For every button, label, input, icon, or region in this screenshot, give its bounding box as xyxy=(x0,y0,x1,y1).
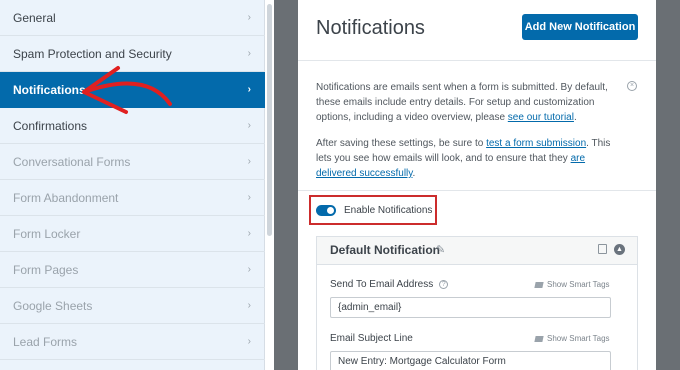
intro-text: Notifications are emails sent when a for… xyxy=(316,80,616,125)
sidebar-item-google-sheets[interactable]: Google Sheets › xyxy=(0,288,265,324)
chevron-right-icon: › xyxy=(247,192,251,203)
test-submission-text: After saving these settings, be sure to … xyxy=(316,136,616,181)
smart-tags-label: Show Smart Tags xyxy=(547,280,610,289)
sidebar-item-label: General xyxy=(13,10,56,25)
test-form-submission-link[interactable]: test a form submission xyxy=(486,138,586,149)
text-segment: After saving these settings, be sure to xyxy=(316,138,487,149)
chevron-right-icon: › xyxy=(247,48,251,59)
chevron-up-icon[interactable]: ▲ xyxy=(614,244,625,255)
notifications-panel: Notifications Add New Notification × Not… xyxy=(298,0,656,370)
sidebar-item-label: Google Sheets xyxy=(13,298,93,313)
subject-label: Email Subject Line xyxy=(330,333,413,344)
sidebar-item-label: Form Pages xyxy=(13,262,79,277)
show-smart-tags-link[interactable]: Show Smart Tags xyxy=(534,280,610,289)
tag-icon xyxy=(534,335,544,342)
annotation-arrow-icon xyxy=(82,66,172,114)
sidebar-item-label: Spam Protection and Security xyxy=(13,46,172,61)
chevron-right-icon: › xyxy=(247,12,251,23)
chevron-right-icon: › xyxy=(247,264,251,275)
text-segment: . xyxy=(412,168,416,179)
email-subject-input[interactable]: New Entry: Mortgage Calculator Form xyxy=(330,351,611,370)
smart-tags-label: Show Smart Tags xyxy=(547,334,610,343)
enable-notifications-label: Enable Notifications xyxy=(344,204,433,216)
page-title: Notifications xyxy=(316,17,425,39)
default-notification-header[interactable]: Default Notification ✎ ▲ xyxy=(317,237,637,265)
tag-icon xyxy=(534,281,544,288)
add-new-notification-button[interactable]: Add New Notification xyxy=(522,14,638,40)
divider xyxy=(298,60,656,61)
chevron-right-icon: › xyxy=(247,228,251,239)
help-icon[interactable]: ? xyxy=(439,279,449,289)
field-label-text: Send To Email Address xyxy=(330,279,434,290)
default-notification-title: Default Notification xyxy=(330,243,440,257)
sidebar-scrollbar[interactable] xyxy=(266,0,274,370)
divider xyxy=(298,190,656,191)
sidebar-item-lead-forms[interactable]: Lead Forms › xyxy=(0,324,265,360)
page-gutter-left xyxy=(274,0,298,370)
sidebar-item-label: Lead Forms xyxy=(13,334,78,349)
chevron-right-icon: › xyxy=(247,84,251,95)
intro-text-end: . xyxy=(573,112,577,123)
chevron-right-icon: › xyxy=(247,156,251,167)
default-notification-box: Default Notification ✎ ▲ Send To Email A… xyxy=(316,236,638,370)
page-gutter-right xyxy=(656,0,680,370)
chevron-right-icon: › xyxy=(247,336,251,347)
field-label-text: Email Subject Line xyxy=(330,333,413,344)
sidebar-item-form-locker[interactable]: Form Locker › xyxy=(0,216,265,252)
dismiss-icon[interactable]: × xyxy=(627,81,637,91)
clone-icon[interactable] xyxy=(598,244,607,254)
send-to-email-input[interactable]: {admin_email} xyxy=(330,297,611,318)
toggle-knob xyxy=(327,206,334,214)
scrollbar-thumb[interactable] xyxy=(267,4,272,236)
sidebar-item-form-pages[interactable]: Form Pages › xyxy=(0,252,265,288)
sidebar-item-form-abandonment[interactable]: Form Abandonment › xyxy=(0,180,265,216)
show-smart-tags-link[interactable]: Show Smart Tags xyxy=(534,334,610,343)
send-to-label: Send To Email Address? xyxy=(330,279,449,290)
chevron-right-icon: › xyxy=(247,300,251,311)
sidebar-item-conversational-forms[interactable]: Conversational Forms › xyxy=(0,144,265,180)
sidebar-item-general[interactable]: General › xyxy=(0,0,265,36)
sidebar-item-label: Conversational Forms xyxy=(13,154,131,169)
enable-notifications-highlight: Enable Notifications xyxy=(309,195,437,225)
sidebar-item-label: Form Abandonment xyxy=(13,190,119,205)
sidebar-item-label: Form Locker xyxy=(13,226,81,241)
pencil-icon[interactable]: ✎ xyxy=(436,243,445,256)
settings-sidebar: General › Spam Protection and Security ›… xyxy=(0,0,265,370)
tutorial-link[interactable]: see our tutorial xyxy=(508,112,574,123)
chevron-right-icon: › xyxy=(247,120,251,131)
enable-notifications-toggle[interactable] xyxy=(316,204,336,216)
